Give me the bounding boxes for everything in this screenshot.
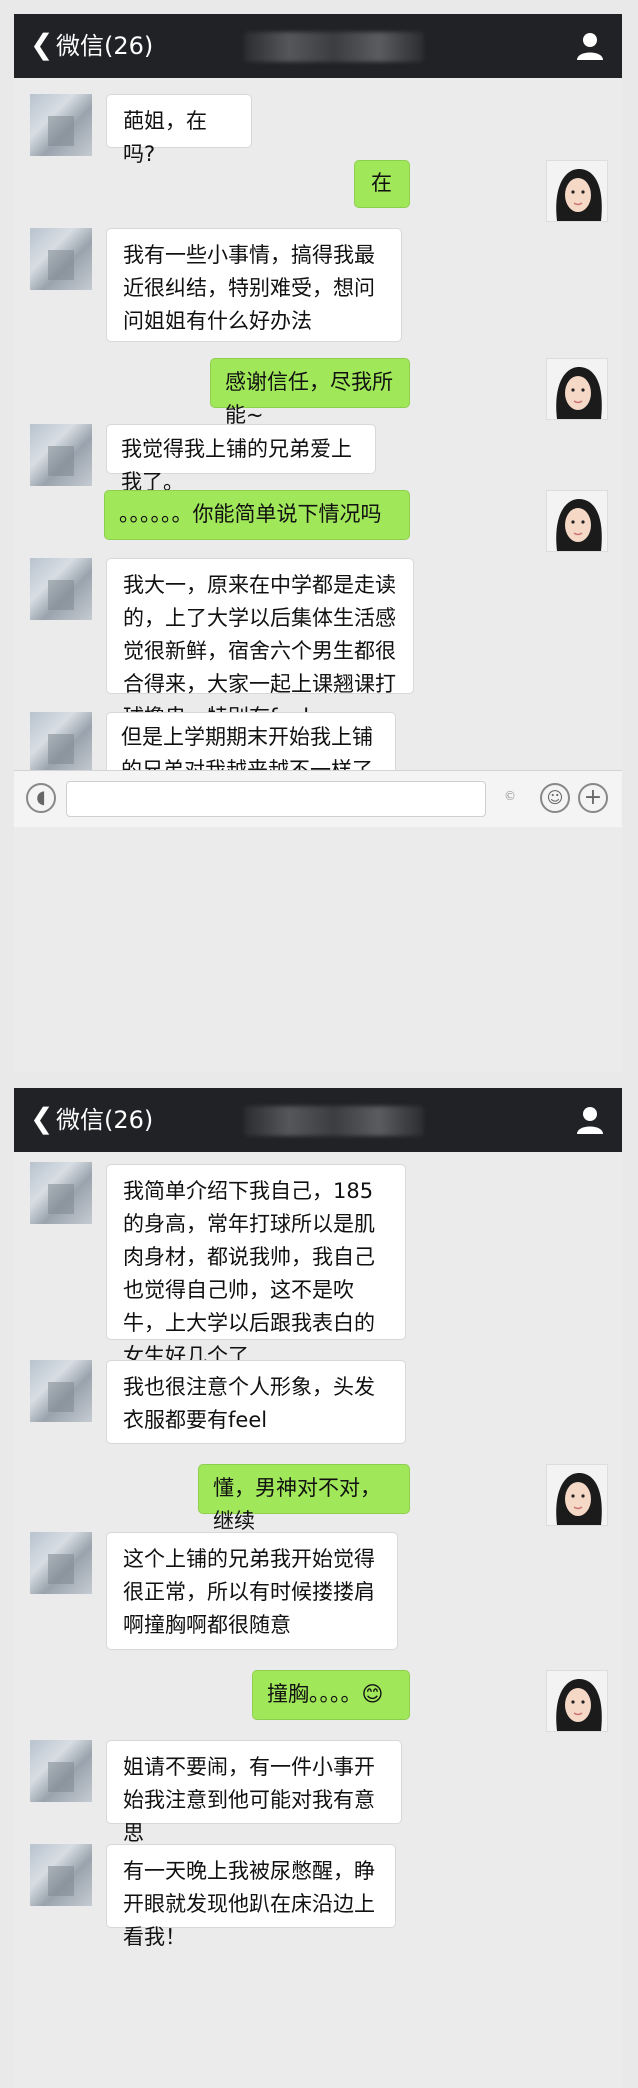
message-bubble-right: 懂，男神对不对，继续 <box>198 1464 410 1533</box>
avatar[interactable] <box>30 424 92 486</box>
chat-screenshot-2: ❮ 微信(26) 我简单介绍下我自己，185的身高，常年打球所以是肌肉身材，都说… <box>14 1088 622 2088</box>
girl-avatar-icon <box>547 1671 607 1731</box>
back-title[interactable]: 微信(26) <box>56 32 153 60</box>
avatar[interactable] <box>546 1670 608 1732</box>
girl-avatar-icon <box>547 1465 607 1525</box>
girl-avatar-icon <box>547 491 607 551</box>
message-bubble-left: 我也很注意个人形象，头发衣服都要有feel <box>106 1360 406 1444</box>
avatar[interactable] <box>30 1162 92 1224</box>
message-bubble-left: 这个上铺的兄弟我开始觉得很正常，所以有时候搂搂肩啊撞胸啊都很随意 <box>106 1532 398 1650</box>
avatar[interactable] <box>30 712 92 774</box>
avatar[interactable] <box>546 358 608 420</box>
avatar[interactable] <box>546 1464 608 1526</box>
chevron-left-icon[interactable]: ❮ <box>30 30 53 60</box>
message-bubble-left: 我觉得我上铺的兄弟爱上我了。 <box>106 424 376 494</box>
top-bar: ❮ 微信(26) <box>14 1088 622 1152</box>
top-bar: ❮ 微信(26) <box>14 14 622 78</box>
blurred-contact-name <box>244 32 424 62</box>
message-bubble-right: 在 <box>354 160 410 208</box>
avatar[interactable] <box>30 558 92 620</box>
back-title[interactable]: 微信(26) <box>56 1106 153 1134</box>
voice-icon[interactable]: ◖ <box>26 783 56 813</box>
message-bubble-right: 感谢信任，尽我所能~ <box>210 358 410 427</box>
emoji-icon[interactable]: ☺ <box>540 783 570 813</box>
avatar[interactable] <box>30 1532 92 1594</box>
input-bar: ◖ © ☺ + <box>14 770 622 827</box>
plus-icon[interactable]: + <box>578 783 608 813</box>
watermark: © <box>504 789 516 803</box>
message-bubble-left: 我有一些小事情，搞得我最近很纠结，特别难受，想问问姐姐有什么好办法 <box>106 228 402 342</box>
avatar[interactable] <box>546 490 608 552</box>
avatar[interactable] <box>30 228 92 290</box>
person-icon[interactable] <box>574 30 606 62</box>
avatar[interactable] <box>30 94 92 156</box>
avatar[interactable] <box>30 1740 92 1802</box>
message-input[interactable] <box>66 781 486 817</box>
blurred-contact-name <box>244 1106 424 1136</box>
message-bubble-left: 葩姐，在吗? <box>106 94 252 166</box>
message-bubble-right: 。。。。。。你能简单说下情况吗 <box>104 490 410 540</box>
girl-avatar-icon <box>547 359 607 419</box>
chevron-left-icon[interactable]: ❮ <box>30 1104 53 1134</box>
message-bubble-left: 我大一，原来在中学都是走读的，上了大学以后集体生活感觉很新鲜，宿舍六个男生都很合… <box>106 558 414 729</box>
message-bubble-left: 姐请不要闹，有一件小事开始我注意到他可能对我有意思 <box>106 1740 402 1845</box>
avatar[interactable] <box>30 1360 92 1422</box>
girl-avatar-icon <box>547 161 607 221</box>
message-bubble-left: 有一天晚上我被尿憋醒，睁开眼就发现他趴在床沿边上看我！ <box>106 1844 396 1949</box>
chat-screenshot-1: ❮ 微信(26) 葩姐，在吗? 在 我有一些小事情，搞得我最近很纠结，特别难受，… <box>14 14 622 1072</box>
message-bubble-right: 撞胸。。。。😊 <box>252 1670 410 1720</box>
message-bubble-left: 我简单介绍下我自己，185的身高，常年打球所以是肌肉身材，都说我帅，我自己也觉得… <box>106 1164 406 1368</box>
person-icon[interactable] <box>574 1104 606 1136</box>
avatar[interactable] <box>546 160 608 222</box>
avatar[interactable] <box>30 1844 92 1906</box>
